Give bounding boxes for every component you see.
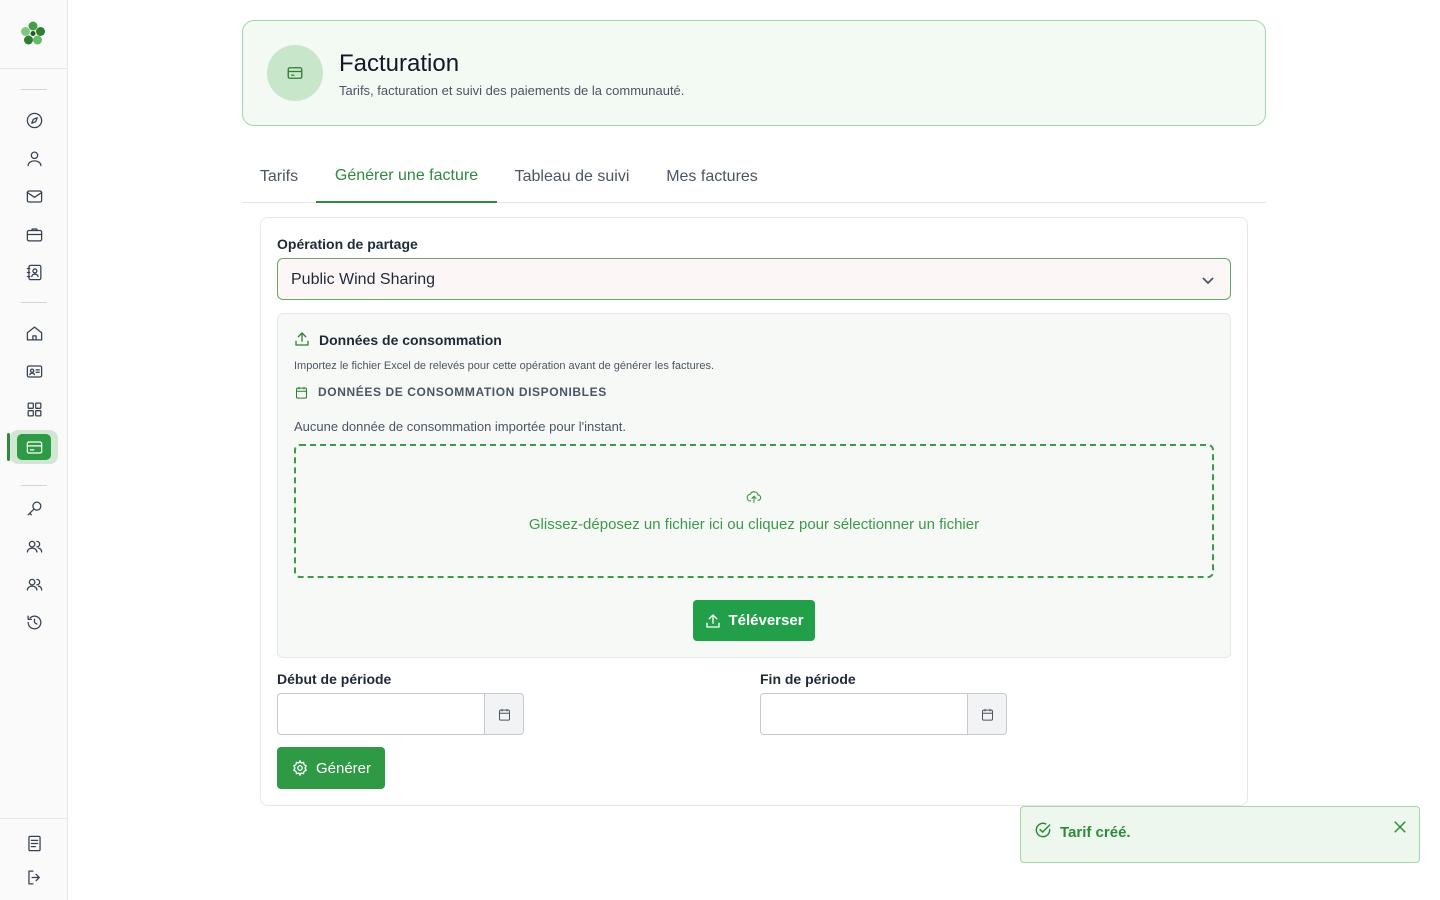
period-start-input[interactable] — [277, 693, 485, 735]
sidebar-item-members[interactable] — [10, 354, 58, 388]
sidebar-item-groups[interactable] — [10, 567, 58, 601]
calendar-icon — [981, 708, 993, 721]
sidebar-item-contacts[interactable] — [10, 255, 58, 289]
sidebar-item-access[interactable] — [10, 491, 58, 525]
sidebar-divider — [0, 68, 68, 69]
credit-card-icon — [26, 440, 42, 454]
tab-tableau-suivi[interactable]: Tableau de suivi — [497, 150, 647, 203]
user-icon — [27, 151, 41, 166]
history-icon — [27, 615, 41, 629]
sidebar-item-documentation[interactable] — [10, 826, 58, 860]
credit-card-icon — [287, 67, 303, 79]
upload-button-label: Téléverser — [728, 612, 804, 629]
sidebar-item-profile[interactable] — [10, 141, 58, 175]
page-title: Facturation — [339, 50, 460, 77]
sidebar-item-dashboard[interactable] — [10, 392, 58, 426]
close-icon[interactable] — [1391, 818, 1409, 836]
generate-button[interactable]: Générer — [277, 747, 385, 789]
period-end-label: Fin de période — [760, 671, 856, 687]
nav-separator — [21, 302, 47, 303]
sidebar-item-billing[interactable] — [10, 430, 58, 464]
check-circle-icon — [1035, 822, 1051, 838]
consumption-description: Importez le fichier Excel de relevés pou… — [294, 360, 715, 372]
mail-icon — [26, 189, 42, 203]
period-start-picker — [277, 693, 524, 735]
users-icon — [26, 540, 42, 553]
generate-button-label: Générer — [315, 759, 372, 777]
nav-separator — [0, 818, 68, 819]
tab-generer-facture[interactable]: Générer une facture — [316, 150, 497, 203]
sidebar-item-users[interactable] — [10, 529, 58, 563]
empty-state-text: Aucune donnée de consommation importée p… — [294, 419, 627, 434]
page-header: Facturation Tarifs, facturation et suivi… — [242, 20, 1266, 126]
key-icon — [27, 501, 41, 515]
operation-select[interactable]: Public Wind Sharing — [277, 258, 1231, 300]
tab-bar: Tarifs Générer une facture Tableau de su… — [242, 150, 1266, 203]
consumption-data-section: Données de consommation Importez le fich… — [277, 313, 1231, 658]
sidebar-item-history[interactable] — [10, 605, 58, 639]
page-subtitle: Tarifs, facturation et suivi des paiemen… — [339, 83, 685, 98]
briefcase-icon — [26, 227, 42, 241]
calendar-icon — [498, 708, 510, 721]
gear-icon — [292, 759, 308, 777]
sidebar-item-messages[interactable] — [10, 179, 58, 213]
invoice-form-panel: Opération de partage Public Wind Sharing… — [260, 217, 1248, 806]
available-data-label: DONNÉES DE CONSOMMATION DISPONIBLES — [318, 385, 607, 399]
contact-book-icon — [26, 264, 41, 280]
period-start-calendar-button[interactable] — [484, 693, 524, 735]
logout-icon — [27, 870, 40, 884]
nav-separator — [21, 89, 47, 90]
tab-tarifs[interactable]: Tarifs — [242, 150, 316, 203]
operation-label: Opération de partage — [277, 236, 418, 252]
period-end-calendar-button[interactable] — [967, 693, 1007, 735]
nav-separator — [21, 485, 47, 486]
chevron-down-icon — [1202, 277, 1214, 285]
cloud-upload-icon — [746, 491, 762, 503]
toast-message: Tarif créé. — [1060, 824, 1131, 841]
period-end-picker — [760, 693, 1007, 735]
upload-icon — [706, 613, 721, 628]
compass-icon — [26, 112, 42, 128]
dropzone-text: Glissez-déposez un fichier ici ou clique… — [528, 516, 980, 533]
file-dropzone[interactable]: Glissez-déposez un fichier ici ou clique… — [294, 444, 1214, 578]
upload-button[interactable]: Téléverser — [693, 600, 815, 641]
period-end-input[interactable] — [760, 693, 968, 735]
clover-logo[interactable] — [18, 18, 48, 48]
sidebar-item-explore[interactable] — [10, 103, 58, 137]
operation-select-value: Public Wind Sharing — [291, 271, 436, 288]
sidebar-item-logout[interactable] — [10, 860, 58, 894]
period-start-label: Début de période — [277, 671, 392, 687]
upload-icon — [295, 332, 309, 346]
header-icon-circle — [267, 45, 323, 101]
sidebar-item-home[interactable] — [10, 316, 58, 350]
document-icon — [27, 835, 41, 851]
sidebar-item-projects[interactable] — [10, 217, 58, 251]
users-group-icon — [26, 578, 42, 591]
success-toast: Tarif créé. — [1020, 806, 1420, 863]
id-card-icon — [26, 364, 42, 378]
consumption-title: Données de consommation — [319, 332, 502, 348]
sidebar — [0, 0, 68, 900]
calendar-icon — [295, 386, 308, 399]
grid-icon — [27, 402, 41, 416]
tab-mes-factures[interactable]: Mes factures — [647, 150, 777, 203]
home-icon — [26, 326, 42, 340]
